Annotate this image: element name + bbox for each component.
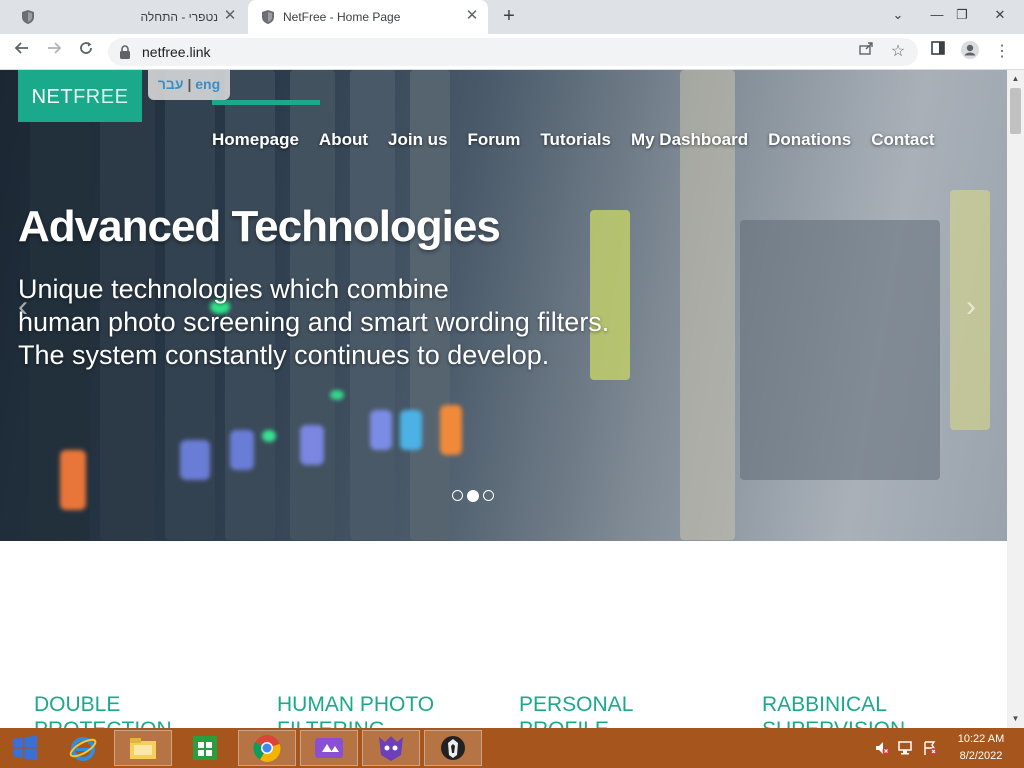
- side-panel-icon[interactable]: [926, 40, 950, 64]
- nav-contact[interactable]: Contact: [871, 130, 934, 154]
- windows-store-icon[interactable]: [176, 730, 234, 766]
- menu-kebab-icon[interactable]: ⋮: [990, 40, 1014, 64]
- nav-tutorials[interactable]: Tutorials: [540, 130, 611, 154]
- hero-subtitle: Unique technologies which combine human …: [18, 273, 658, 372]
- hero-subtitle-line: human photo screening and smart wording …: [18, 307, 610, 337]
- feature-title-line: HUMAN PHOTO: [277, 693, 435, 716]
- nav-forum[interactable]: Forum: [468, 130, 521, 154]
- feature-title-line: PROTECTION: [34, 717, 234, 728]
- scroll-up-arrow-icon[interactable]: ▲: [1010, 74, 1021, 83]
- internet-explorer-icon[interactable]: [54, 730, 112, 766]
- lock-icon[interactable]: [119, 45, 131, 64]
- tab-search-chevron-icon[interactable]: ⌄: [886, 4, 910, 26]
- tab-netfree-hebrew[interactable]: נטפרי - התחלה ✕: [8, 0, 246, 34]
- nav-homepage[interactable]: Homepage: [212, 130, 299, 154]
- main-navigation: Homepage About Join us Forum Tutorials M…: [212, 130, 954, 154]
- feature-rabbinical-supervision[interactable]: RABBINICAL SUPERVISION: [762, 692, 962, 728]
- nav-join-us[interactable]: Join us: [388, 130, 448, 154]
- logo-text-net: NET: [31, 86, 74, 108]
- hero-carousel: NETFREE עבר | eng Homepage About Join us…: [0, 70, 1007, 541]
- page-viewport: NETFREE עבר | eng Homepage About Join us…: [0, 70, 1007, 728]
- feature-double-protection[interactable]: DOUBLE PROTECTION: [34, 692, 234, 728]
- bookmark-star-icon[interactable]: ☆: [886, 40, 910, 64]
- browser-toolbar: netfree.link ☆ ⋮: [0, 34, 1024, 70]
- active-nav-indicator: [212, 100, 320, 105]
- close-window-button[interactable]: ✕: [988, 4, 1012, 26]
- nav-my-dashboard[interactable]: My Dashboard: [631, 130, 748, 154]
- tab-title: NetFree - Home Page: [283, 10, 401, 24]
- tab-title: נטפרי - התחלה: [140, 10, 218, 24]
- hero-title: Advanced Technologies: [18, 202, 501, 251]
- scroll-down-arrow-icon[interactable]: ▼: [1010, 714, 1021, 723]
- logo-text-free: FREE: [73, 86, 129, 108]
- new-tab-button[interactable]: +: [498, 6, 520, 28]
- file-explorer-icon[interactable]: [114, 730, 172, 766]
- purple-creature-app-icon[interactable]: [362, 730, 420, 766]
- clock-date[interactable]: 8/2/2022: [952, 750, 1010, 762]
- action-center-flag-icon[interactable]: [922, 740, 938, 756]
- url-text: netfree.link: [142, 44, 211, 60]
- netfree-agent-icon[interactable]: [424, 730, 482, 766]
- carousel-next-arrow-icon[interactable]: ›: [966, 290, 976, 324]
- feature-title-line: SUPERVISION: [762, 717, 962, 728]
- feature-title-line: RABBINICAL: [762, 693, 887, 716]
- language-separator: |: [187, 76, 192, 92]
- restore-button[interactable]: ❐: [950, 4, 974, 26]
- language-hebrew-link[interactable]: עבר: [158, 76, 184, 92]
- reload-icon[interactable]: [74, 40, 98, 64]
- nav-donations[interactable]: Donations: [768, 130, 851, 154]
- carousel-dot[interactable]: [452, 490, 463, 501]
- forward-arrow-icon[interactable]: [42, 40, 66, 64]
- hero-subtitle-line: Unique technologies which combine: [18, 274, 449, 304]
- netfree-shield-icon: [260, 9, 276, 25]
- feature-personal-profile[interactable]: PERSONAL PROFILE: [519, 692, 719, 728]
- hero-subtitle-line: The system constantly continues to devel…: [18, 340, 550, 370]
- volume-muted-icon[interactable]: [874, 740, 890, 756]
- language-english-link[interactable]: eng: [195, 76, 220, 92]
- language-switcher: עבר | eng: [148, 70, 230, 100]
- media-app-icon[interactable]: [300, 730, 358, 766]
- carousel-indicators: [452, 490, 498, 502]
- network-icon[interactable]: [898, 740, 914, 756]
- netfree-logo[interactable]: NETFREE: [18, 70, 142, 122]
- tab-netfree-home[interactable]: NetFree - Home Page ✕: [248, 0, 488, 34]
- chrome-icon[interactable]: [238, 730, 296, 766]
- back-arrow-icon[interactable]: [10, 40, 34, 64]
- minimize-button[interactable]: —: [925, 4, 949, 26]
- clock-time[interactable]: 10:22 AM: [952, 733, 1010, 745]
- carousel-dot[interactable]: [483, 490, 494, 501]
- carousel-prev-arrow-icon[interactable]: ‹: [18, 290, 28, 324]
- vertical-scrollbar[interactable]: ▲ ▼: [1007, 70, 1024, 728]
- close-tab-icon[interactable]: ✕: [464, 8, 480, 24]
- address-bar[interactable]: netfree.link: [108, 38, 918, 66]
- nav-about[interactable]: About: [319, 130, 368, 154]
- netfree-shield-icon: [20, 9, 36, 25]
- profile-avatar-icon[interactable]: [958, 40, 982, 64]
- tab-strip: נטפרי - התחלה ✕ NetFree - Home Page ✕ + …: [0, 0, 1024, 34]
- carousel-dot-active[interactable]: [467, 490, 479, 502]
- feature-title-line: FILTERING: [277, 717, 477, 728]
- feature-title-line: PERSONAL PROFILE: [519, 693, 633, 728]
- close-tab-icon[interactable]: ✕: [222, 8, 238, 24]
- feature-title-line: DOUBLE: [34, 693, 121, 716]
- windows-taskbar: 10:22 AM 8/2/2022: [0, 728, 1024, 768]
- feature-human-photo-filtering[interactable]: HUMAN PHOTO FILTERING: [277, 692, 477, 728]
- share-icon[interactable]: [854, 40, 878, 64]
- scrollbar-thumb[interactable]: [1010, 88, 1021, 134]
- windows-start-icon[interactable]: [0, 730, 50, 766]
